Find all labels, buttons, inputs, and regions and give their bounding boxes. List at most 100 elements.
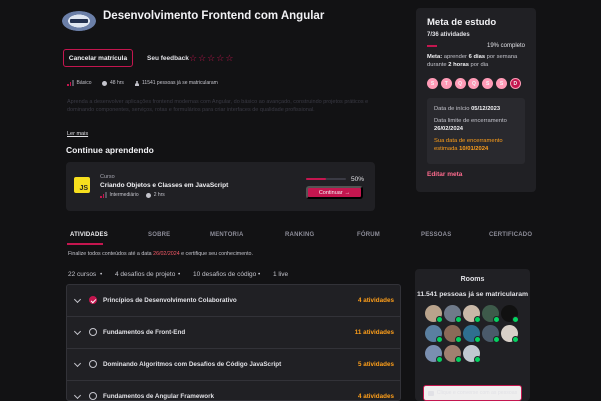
module-name: Princípios de Desenvolvimento Colaborati… xyxy=(103,297,237,304)
rooms-enrolled: 11.541 pessoas já se matricularam xyxy=(416,291,529,298)
goal-description: Meta: aprender 6 dias por semana durante… xyxy=(427,53,527,69)
arrow-right-icon: → xyxy=(344,189,351,196)
weekday-dot: S xyxy=(427,78,438,89)
chevron-down-icon[interactable] xyxy=(73,391,82,400)
weekday-dot: T xyxy=(440,78,452,89)
course-progress-bar xyxy=(306,178,346,180)
goal-days: 6 dias xyxy=(468,54,486,60)
tab-forum[interactable]: FÓRUM xyxy=(357,232,380,238)
tab-mentoria[interactable]: MENTORIA xyxy=(210,232,244,238)
module-row[interactable]: Dominando Algoritmos com Desafios de Cód… xyxy=(67,349,400,381)
weekday-dot-today: D xyxy=(509,78,521,89)
star-icon[interactable]: ☆ xyxy=(207,53,215,63)
avatar[interactable] xyxy=(425,345,443,363)
deadline-date: 26/02/2024 xyxy=(153,251,180,257)
chat-label: Clique e converse com as pessoas xyxy=(436,390,518,396)
enrolled-text: 11541 pessoas já se matricularam xyxy=(142,80,218,86)
avatar[interactable] xyxy=(425,305,443,323)
cancel-enrollment-button[interactable]: Cancelar matrícula xyxy=(63,49,133,67)
bootcamp-logo xyxy=(62,11,96,31)
tab-certificado[interactable]: CERTIFICADO xyxy=(489,232,532,238)
weekday-dot: Q xyxy=(454,78,466,89)
estimate-value: 10/01/2024 xyxy=(459,146,489,152)
module-count: 11 atividades xyxy=(354,329,394,336)
avatar[interactable] xyxy=(444,325,462,343)
goal-text-1: aprender xyxy=(443,54,467,60)
chat-with-people-button[interactable]: Clique e converse com as pessoas xyxy=(423,385,522,401)
edit-goal-link[interactable]: Editar meta xyxy=(427,171,462,178)
avatar[interactable] xyxy=(463,345,481,363)
course-description: Aprenda a desenvolver aplicações fronten… xyxy=(67,99,369,113)
level-meta: Básico xyxy=(67,80,92,86)
level-text: Básico xyxy=(76,80,92,86)
clock-icon xyxy=(102,80,107,86)
goal-prefix: Meta: xyxy=(427,54,443,60)
avatar[interactable] xyxy=(444,345,462,363)
stat-separator: • xyxy=(100,271,103,278)
star-icon[interactable]: ☆ xyxy=(198,53,206,63)
stat-separator: • xyxy=(258,271,261,278)
avatar[interactable] xyxy=(425,325,443,343)
level-bars-icon xyxy=(100,192,107,198)
course-kind: Curso xyxy=(100,174,115,180)
avatar[interactable] xyxy=(501,305,519,323)
continue-section-title: Continue aprendendo xyxy=(66,145,154,155)
star-icon[interactable]: ☆ xyxy=(189,53,197,63)
avatar[interactable] xyxy=(501,325,519,343)
goal-percent: 19% completo xyxy=(487,43,526,49)
start-date: Data de início 05/12/2023 xyxy=(434,106,500,112)
module-name: Fundamentos de Angular Framework xyxy=(103,393,215,400)
avatar[interactable] xyxy=(482,325,500,343)
continue-button[interactable]: Continuar → xyxy=(306,186,363,199)
person-icon xyxy=(134,80,139,86)
tab-pessoas[interactable]: PESSOAS xyxy=(421,232,451,238)
page-title: Desenvolvimento Frontend com Angular xyxy=(103,10,325,22)
avatar[interactable] xyxy=(463,325,481,343)
star-icon[interactable]: ☆ xyxy=(225,53,233,63)
deadline-suffix: e certifique seu conhecimento. xyxy=(181,251,253,257)
module-row[interactable]: Fundamentos de Front-End 11 atividades xyxy=(67,317,400,349)
limit-value: 26/02/2024 xyxy=(434,126,464,132)
module-count: 4 atividades xyxy=(357,297,394,304)
chevron-down-icon[interactable] xyxy=(73,295,82,304)
tab-ranking[interactable]: RANKING xyxy=(285,232,314,238)
avatar[interactable] xyxy=(463,305,481,323)
module-name: Fundamentos de Front-End xyxy=(103,329,186,336)
avatar[interactable] xyxy=(444,305,462,323)
feedback-stars: ☆ ☆ ☆ ☆ ☆ xyxy=(189,53,233,63)
goal-text-3: por dia xyxy=(470,62,489,68)
module-count: 5 atividades xyxy=(357,361,394,368)
module-name: Dominando Algoritmos com Desafios de Cód… xyxy=(103,361,282,368)
stat-separator: • xyxy=(178,271,181,278)
hours-text: 48 hrs xyxy=(110,80,124,86)
course-level: Intermediário xyxy=(109,192,139,198)
weekday-dot: Q xyxy=(468,78,480,89)
goal-activity-count: 7/36 atividades xyxy=(427,32,470,38)
chevron-down-icon[interactable] xyxy=(73,359,82,368)
online-avatars xyxy=(425,305,520,363)
stat-projects: 4 desafios de projeto xyxy=(115,271,176,278)
module-row[interactable]: Fundamentos de Angular Framework 4 ativi… xyxy=(67,381,400,400)
hours-meta: 48 hrs xyxy=(102,80,124,86)
goal-progress-bar xyxy=(427,45,437,47)
clock-icon xyxy=(145,192,151,198)
weekday-dot: S xyxy=(482,78,494,89)
estimated-date: Sua data de encerramento estimada 10/01/… xyxy=(434,137,519,153)
module-count: 4 atividades xyxy=(357,393,394,400)
tab-sobre[interactable]: SOBRE xyxy=(148,232,170,238)
course-details: Intermediário 2 hrs xyxy=(100,192,165,198)
weekday-tracker: S T Q Q S S D xyxy=(427,78,521,89)
tab-atividades[interactable]: ATIVIDADES xyxy=(70,232,108,238)
start-label: Data de início xyxy=(434,106,470,112)
circle-icon xyxy=(89,392,97,400)
circle-icon xyxy=(89,328,97,336)
check-circle-icon xyxy=(89,296,97,304)
chevron-down-icon[interactable] xyxy=(73,327,82,336)
star-icon[interactable]: ☆ xyxy=(216,53,224,63)
level-bars-icon xyxy=(67,80,74,86)
stat-courses: 22 cursos xyxy=(68,271,97,278)
module-row[interactable]: Princípios de Desenvolvimento Colaborati… xyxy=(67,285,400,317)
read-more-link[interactable]: Ler mais xyxy=(67,131,88,137)
rooms-title: Rooms xyxy=(460,276,485,283)
avatar[interactable] xyxy=(482,305,500,323)
